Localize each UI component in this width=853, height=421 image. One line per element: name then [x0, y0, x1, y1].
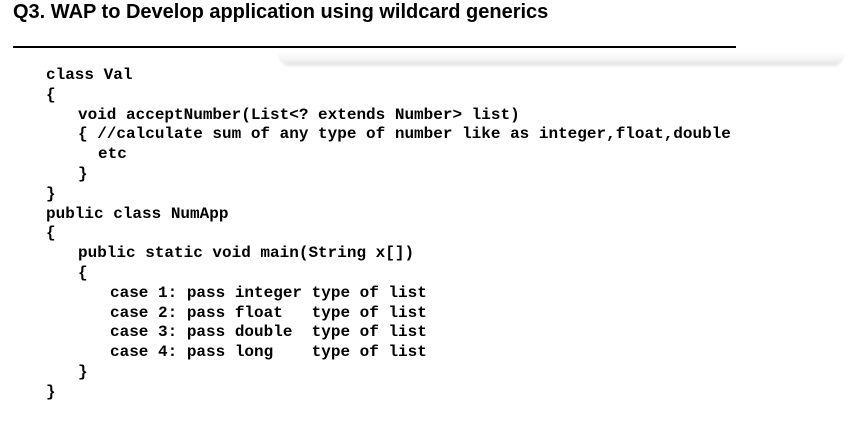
- code-line-12: case 1: pass integer type of list: [110, 283, 427, 302]
- question-heading: Q3. WAP to Develop application using wil…: [13, 1, 549, 23]
- code-line-8: public class NumApp: [46, 204, 229, 223]
- code-line-7: }: [46, 184, 56, 203]
- code-line-6: }: [78, 164, 88, 183]
- code-line-3: void acceptNumber(List<? extends Number>…: [78, 105, 520, 124]
- code-line-9: {: [46, 224, 56, 243]
- code-block: class Val { void acceptNumber(List<? ext…: [46, 66, 731, 403]
- code-line-14: case 3: pass double type of list: [110, 323, 427, 342]
- shadow-strip: [280, 52, 843, 64]
- heading-underline: [13, 46, 736, 48]
- code-line-11: {: [78, 263, 88, 282]
- code-line-17: }: [46, 382, 56, 401]
- code-line-10: public static void main(String x[]): [78, 244, 415, 263]
- code-line-5: etc: [98, 145, 127, 164]
- code-line-16: }: [78, 362, 88, 381]
- code-line-15: case 4: pass long type of list: [110, 343, 427, 362]
- code-line-2: {: [46, 85, 56, 104]
- code-line-13: case 2: pass float type of list: [110, 303, 427, 322]
- code-line-4: { //calculate sum of any type of number …: [78, 125, 731, 144]
- code-line-1: class Val: [46, 66, 133, 84]
